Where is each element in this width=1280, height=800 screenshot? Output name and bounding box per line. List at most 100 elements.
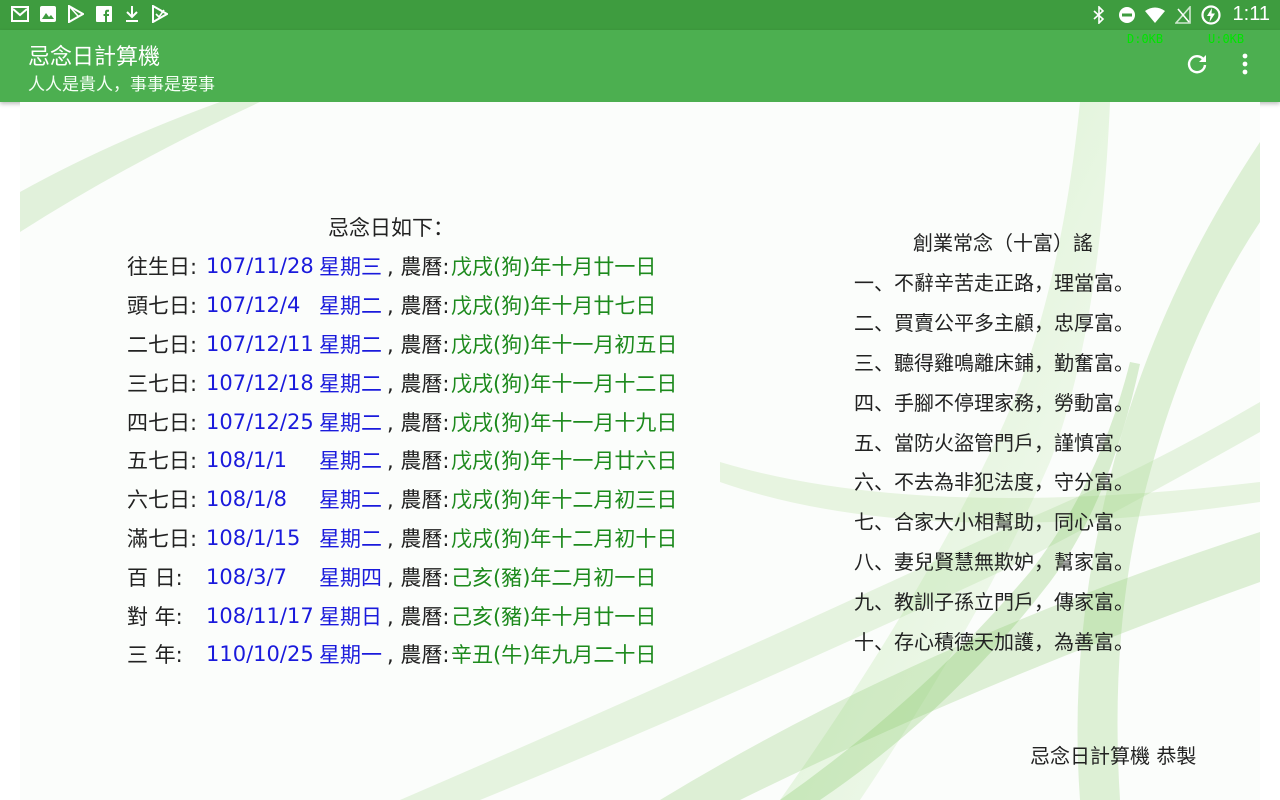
lunar-label: , 農曆: — [387, 410, 450, 435]
download-icon — [122, 4, 142, 24]
memorial-date: 110/10/25 — [206, 642, 314, 667]
lunar-label: , 農曆: — [387, 643, 450, 668]
memorial-weekday: 星期二 — [319, 410, 382, 435]
upload-speed: U:0KB — [1208, 32, 1245, 46]
memorial-date: 108/3/7 — [206, 564, 287, 589]
bluetooth-icon — [1089, 5, 1109, 25]
do-not-disturb-icon — [1117, 5, 1137, 25]
memorial-date: 108/11/17 — [206, 603, 314, 628]
memorial-row: 四七日: 107/12/25 星期二, 農曆: 戊戌(狗)年十一月十九日 — [127, 402, 677, 441]
lunar-date: 戊戌(狗)年十一月廿六日 — [451, 449, 678, 474]
memorial-date: 107/12/4 — [206, 293, 301, 318]
memorial-label: 往生日: — [127, 255, 198, 280]
memorial-row: 三七日: 107/12/18 星期二, 農曆: 戊戌(狗)年十一月十二日 — [127, 363, 677, 402]
lunar-date: 戊戌(狗)年十二月初十日 — [451, 526, 678, 551]
memorial-date: 107/11/28 — [206, 254, 314, 279]
memorial-label: 三 年: — [127, 643, 183, 668]
saying-item: 十、存心積德天加護，為善富。 — [854, 629, 1134, 654]
image-icon — [38, 4, 58, 24]
lunar-label: , 農曆: — [387, 488, 450, 513]
memorial-label: 對 年: — [127, 604, 183, 629]
refresh-icon — [1187, 55, 1207, 74]
memorial-row: 往生日: 107/11/28 星期三, 農曆: 戊戌(狗)年十月廿一日 — [127, 247, 677, 286]
lunar-label: , 農曆: — [387, 526, 450, 551]
memorial-date: 108/1/8 — [206, 487, 287, 512]
lunar-date: 己亥(豬)年二月初一日 — [451, 565, 657, 590]
lunar-label: , 農曆: — [387, 332, 450, 357]
memorial-weekday: 星期日 — [319, 604, 382, 629]
memorial-row: 滿七日: 108/1/15 星期二, 農曆: 戊戌(狗)年十二月初十日 — [127, 519, 677, 558]
memorial-date: 107/12/25 — [206, 409, 314, 434]
footer-credit: 忌念日計算機 恭製 — [1030, 744, 1197, 768]
memorial-weekday: 星期二 — [319, 371, 382, 396]
memorial-row: 六七日: 108/1/8 星期二, 農曆: 戊戌(狗)年十二月初三日 — [127, 480, 677, 519]
app-subtitle: 人人是貴人，事事是要事 — [28, 75, 215, 95]
memorial-label: 五七日: — [127, 449, 198, 474]
sayings-list: 一、不辭辛苦走正路，理當富。 二、買賣公平多主顧，忠厚富。 三、聽得雞鳴離床鋪，勤奮… — [854, 262, 1134, 660]
play-store-icon — [66, 4, 86, 24]
saying-item: 二、買賣公平多主顧，忠厚富。 — [854, 311, 1134, 336]
memorial-row: 三 年: 110/10/25 星期一, 農曆: 辛丑(牛)年九月二十日 — [127, 635, 677, 674]
memorial-row: 二七日: 107/12/11 星期二, 農曆: 戊戌(狗)年十一月初五日 — [127, 325, 677, 364]
memorial-label: 滿七日: — [127, 526, 198, 551]
memorial-label: 四七日: — [127, 410, 198, 435]
lunar-date: 戊戌(狗)年十一月初五日 — [451, 332, 678, 357]
mail-icon — [10, 4, 30, 24]
memorial-row: 對 年: 108/11/17 星期日, 農曆: 己亥(豬)年十月廿一日 — [127, 596, 677, 635]
memorial-weekday: 星期一 — [319, 643, 382, 668]
wifi-icon — [1144, 5, 1165, 25]
lunar-date: 戊戌(狗)年十二月初三日 — [451, 488, 678, 513]
lunar-date: 戊戌(狗)年十一月十九日 — [451, 410, 678, 435]
memorial-weekday: 星期二 — [319, 488, 382, 513]
lunar-date: 戊戌(狗)年十月廿一日 — [451, 255, 657, 280]
memorial-label: 百 日: — [127, 565, 183, 590]
sayings-heading: 創業常念（十富）謠 — [913, 231, 1093, 255]
overflow-menu-button[interactable] — [1233, 50, 1257, 78]
notification-icons — [10, 4, 170, 24]
lunar-label: , 農曆: — [387, 255, 450, 280]
saying-item: 四、手腳不停理家務，勞動富。 — [854, 390, 1134, 415]
facebook-icon — [94, 4, 114, 24]
lunar-date: 戊戌(狗)年十一月十二日 — [451, 371, 678, 396]
signal-icon — [1173, 5, 1193, 25]
memorial-row: 百 日: 108/3/7 星期四, 農曆: 己亥(豬)年二月初一日 — [127, 557, 677, 596]
memorial-weekday: 星期二 — [319, 294, 382, 319]
content-area: 忌念日如下： 往生日: 107/11/28 星期三, 農曆: 戊戌(狗)年十月廿一日頭… — [20, 102, 1260, 800]
clock: 1:11 — [1232, 3, 1270, 25]
lunar-label: , 農曆: — [387, 449, 450, 474]
saying-item: 七、合家大小相幫助，同心富。 — [854, 510, 1134, 535]
more-vert-icon — [1242, 53, 1248, 75]
app-title: 忌念日計算機 — [28, 45, 161, 70]
play-check-icon — [150, 4, 170, 24]
system-icons: 1:11 — [1089, 3, 1270, 26]
memorial-list: 往生日: 107/11/28 星期三, 農曆: 戊戌(狗)年十月廿一日 頭七日: 107/… — [127, 247, 677, 674]
memorial-weekday: 星期三 — [319, 255, 382, 280]
lunar-date: 己亥(豬)年十月廿一日 — [451, 604, 657, 629]
memorial-label: 頭七日: — [127, 294, 198, 319]
lunar-label: , 農曆: — [387, 371, 450, 396]
memorial-row: 頭七日: 107/12/4 星期二, 農曆: 戊戌(狗)年十月廿七日 — [127, 286, 677, 325]
memorial-weekday: 星期四 — [319, 565, 382, 590]
refresh-button[interactable] — [1183, 50, 1211, 78]
saying-item: 八、妻兒賢慧無欺妒，幫家富。 — [854, 549, 1134, 574]
saying-item: 六、不去為非犯法度，守分富。 — [854, 470, 1134, 495]
status-bar: 1:11 — [0, 0, 1280, 30]
memorial-date: 108/1/1 — [206, 448, 287, 473]
lunar-label: , 農曆: — [387, 294, 450, 319]
download-speed: D:0KB — [1127, 32, 1164, 46]
memorial-heading: 忌念日如下： — [328, 216, 454, 240]
memorial-label: 二七日: — [127, 332, 198, 357]
lunar-date: 辛丑(牛)年九月二十日 — [451, 643, 657, 668]
lunar-label: , 農曆: — [387, 604, 450, 629]
saying-item: 九、教訓子孫立門戶，傳家富。 — [854, 589, 1134, 614]
saying-item: 五、當防火盜管門戶，謹慎富。 — [854, 430, 1134, 455]
memorial-row: 五七日: 108/1/1 星期二, 農曆: 戊戌(狗)年十一月廿六日 — [127, 441, 677, 480]
battery-icon — [1200, 4, 1221, 25]
memorial-weekday: 星期二 — [319, 526, 382, 551]
memorial-date: 108/1/15 — [206, 525, 301, 550]
lunar-date: 戊戌(狗)年十月廿七日 — [451, 294, 657, 319]
memorial-weekday: 星期二 — [319, 449, 382, 474]
memorial-date: 107/12/18 — [206, 370, 314, 395]
lunar-label: , 農曆: — [387, 565, 450, 590]
app-bar: 忌念日計算機 人人是貴人，事事是要事 D:0KB U:0KB — [0, 30, 1280, 102]
